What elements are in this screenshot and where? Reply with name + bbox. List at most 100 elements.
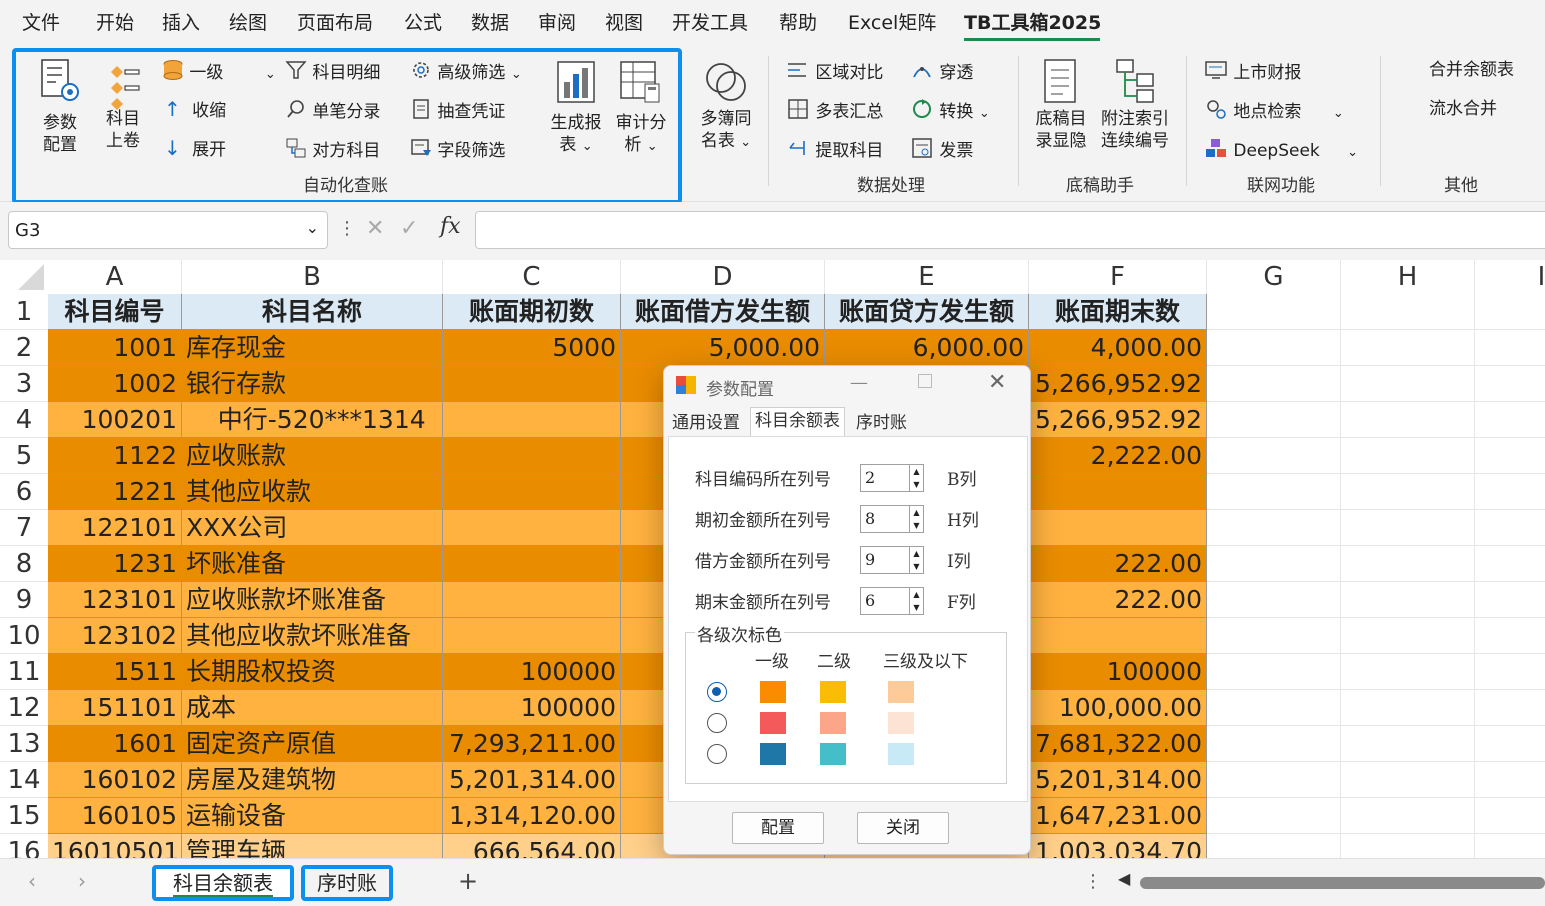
column-header-a[interactable]: A xyxy=(48,260,182,294)
empty-cell[interactable] xyxy=(1475,402,1545,438)
table-cell[interactable]: 5,201,314.00 xyxy=(1029,762,1207,798)
counter-subject-button[interactable]: 对方科目 xyxy=(285,137,380,165)
empty-cell[interactable] xyxy=(1341,546,1475,582)
param-config-button[interactable]: 参数 配置 xyxy=(32,56,88,166)
table-cell[interactable]: 6,000.00 xyxy=(825,330,1029,366)
field-filter-button[interactable]: 字段筛选 xyxy=(410,137,505,165)
stepper-down-icon[interactable]: ▼ xyxy=(909,601,923,614)
table-cell[interactable] xyxy=(1029,510,1207,546)
table-cell[interactable] xyxy=(443,438,621,474)
merge-balance-button[interactable]: 合并余额表 xyxy=(1429,59,1514,81)
extract-subject-button[interactable]: 提取科目 xyxy=(786,137,883,165)
empty-cell[interactable] xyxy=(1475,618,1545,654)
header-cell[interactable]: 账面借方发生额 xyxy=(621,294,825,330)
empty-cell[interactable] xyxy=(1341,438,1475,474)
empty-cell[interactable] xyxy=(1341,402,1475,438)
tab-journal[interactable]: 序时账 xyxy=(852,410,911,436)
table-cell[interactable]: 其他应收款 xyxy=(182,474,443,510)
empty-cell[interactable] xyxy=(1341,762,1475,798)
config-button[interactable]: 配置 xyxy=(732,812,824,844)
formula-input[interactable] xyxy=(475,211,1545,249)
empty-cell[interactable] xyxy=(1475,762,1545,798)
table-cell[interactable]: 中行-520***1314 xyxy=(182,402,443,438)
menu-tab-page-layout[interactable]: 页面布局 xyxy=(297,8,373,35)
row-header[interactable]: 3 xyxy=(0,366,48,402)
table-cell[interactable]: 1,647,231.00 xyxy=(1029,798,1207,834)
flow-merge-button[interactable]: 流水合并 xyxy=(1429,98,1497,120)
empty-cell[interactable] xyxy=(1207,366,1341,402)
table-cell[interactable]: 1601 xyxy=(48,726,182,762)
table-cell[interactable]: 其他应收款坏账准备 xyxy=(182,618,443,654)
minimize-icon[interactable]: — xyxy=(850,372,868,393)
column-number-stepper[interactable]: 2 ▲ ▼ xyxy=(860,464,924,492)
empty-cell[interactable] xyxy=(1207,510,1341,546)
table-cell[interactable]: 坏账准备 xyxy=(182,546,443,582)
table-cell[interactable]: 160102 xyxy=(48,762,182,798)
advanced-filter-button[interactable]: 高级筛选 ⌄ xyxy=(410,59,522,87)
sheet-tab-subject-balance[interactable]: 科目余额表 xyxy=(152,865,294,901)
color-scheme-radio[interactable] xyxy=(707,682,727,702)
empty-cell[interactable] xyxy=(1207,798,1341,834)
header-cell[interactable]: 账面贷方发生额 xyxy=(825,294,1029,330)
table-cell[interactable]: 7,681,322.00 xyxy=(1029,726,1207,762)
empty-cell[interactable] xyxy=(1475,474,1545,510)
table-cell[interactable]: 应收账款坏账准备 xyxy=(182,582,443,618)
color-scheme-radio[interactable] xyxy=(707,713,727,733)
row-header[interactable]: 16 xyxy=(0,834,48,858)
empty-cell[interactable] xyxy=(1341,834,1475,858)
column-header-b[interactable]: B xyxy=(182,260,443,294)
column-number-stepper[interactable]: 6 ▲ ▼ xyxy=(860,587,924,615)
scroll-left-icon[interactable]: ◀ xyxy=(1118,869,1130,888)
table-cell[interactable]: 银行存款 xyxy=(182,366,443,402)
table-cell[interactable]: 151101 xyxy=(48,690,182,726)
row-header[interactable]: 9 xyxy=(0,582,48,618)
table-cell[interactable]: 123102 xyxy=(48,618,182,654)
row-header[interactable]: 15 xyxy=(0,798,48,834)
column-header-f[interactable]: F xyxy=(1029,260,1207,294)
row-header[interactable]: 12 xyxy=(0,690,48,726)
row-header[interactable]: 2 xyxy=(0,330,48,366)
table-cell[interactable] xyxy=(443,474,621,510)
menu-tab-tb-toolbox[interactable]: TB工具箱2025 xyxy=(964,8,1101,35)
empty-cell[interactable] xyxy=(1475,330,1545,366)
select-all-corner[interactable] xyxy=(0,260,48,294)
region-compare-button[interactable]: 区域对比 xyxy=(786,59,883,87)
table-cell[interactable]: 长期股权投资 xyxy=(182,654,443,690)
table-cell[interactable] xyxy=(1029,474,1207,510)
penetrate-button[interactable]: 穿透 xyxy=(910,59,973,87)
table-cell[interactable]: 房屋及建筑物 xyxy=(182,762,443,798)
menu-tab-home[interactable]: 开始 xyxy=(96,8,134,35)
menu-tab-excel-matrix[interactable]: Excel矩阵 xyxy=(848,8,936,35)
cancel-icon[interactable]: ✕ xyxy=(366,216,384,241)
deepseek-button[interactable]: DeepSeek ⌄ xyxy=(1204,137,1358,165)
location-search-button[interactable]: 地点检索 ⌄ xyxy=(1204,98,1344,126)
single-entry-button[interactable]: 单笔分录 xyxy=(285,98,380,126)
table-cell[interactable]: 5,266,952.92 xyxy=(1029,366,1207,402)
table-cell[interactable]: 5,266,952.92 xyxy=(1029,402,1207,438)
table-cell[interactable]: 122101 xyxy=(48,510,182,546)
empty-cell[interactable] xyxy=(1207,618,1341,654)
horizontal-scrollbar[interactable] xyxy=(1140,877,1545,889)
note-index-numbering-button[interactable]: 附注索引 连续编号 xyxy=(1096,56,1174,166)
empty-cell[interactable] xyxy=(1475,366,1545,402)
header-cell[interactable]: 账面期初数 xyxy=(443,294,621,330)
empty-cell[interactable] xyxy=(1341,474,1475,510)
menu-tab-insert[interactable]: 插入 xyxy=(162,8,200,35)
subject-rollup-button[interactable]: 科目 上卷 xyxy=(96,56,150,166)
empty-cell[interactable] xyxy=(1341,618,1475,654)
table-cell[interactable] xyxy=(443,582,621,618)
table-cell[interactable]: 1122 xyxy=(48,438,182,474)
close-icon[interactable]: ✕ xyxy=(988,370,1006,395)
row-header[interactable]: 8 xyxy=(0,546,48,582)
menu-tab-file[interactable]: 文件 xyxy=(22,8,60,35)
column-header-e[interactable]: E xyxy=(825,260,1029,294)
function-icon[interactable]: fx xyxy=(440,214,461,239)
empty-cell[interactable] xyxy=(1207,690,1341,726)
table-cell[interactable]: 123101 xyxy=(48,582,182,618)
table-cell[interactable]: 1511 xyxy=(48,654,182,690)
color-scheme-radio[interactable] xyxy=(707,744,727,764)
generate-report-button[interactable]: 生成报 表 ⌄ xyxy=(546,56,606,166)
table-cell[interactable] xyxy=(443,546,621,582)
voucher-check-button[interactable]: 抽查凭证 xyxy=(410,98,505,126)
empty-cell[interactable] xyxy=(1475,294,1545,330)
